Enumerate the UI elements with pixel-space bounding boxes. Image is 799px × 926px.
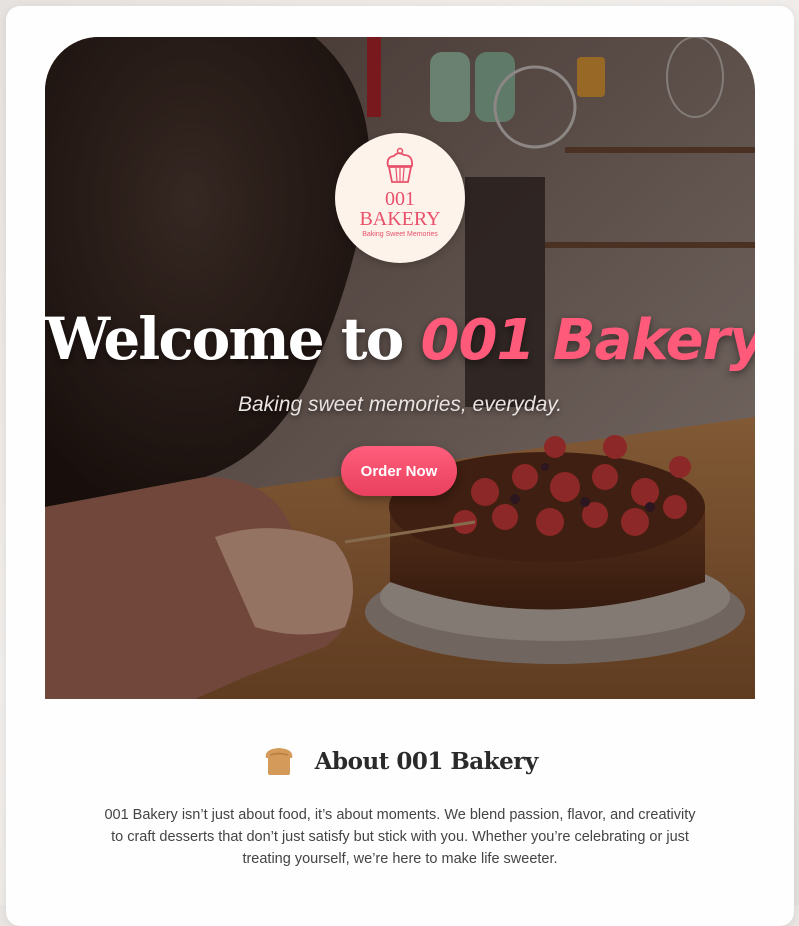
hero-title-accent: 001 Bakery (420, 308, 755, 373)
about-description: 001 Bakery isn’t just about food, it’s a… (100, 804, 700, 870)
logo-tagline: Baking Sweet Memories (335, 231, 465, 238)
hero-title-plain: Welcome to (45, 305, 420, 373)
order-now-button[interactable]: Order Now (341, 446, 457, 496)
logo-wordmark: BAKERY (335, 209, 465, 229)
about-heading: About 001 Bakery (6, 746, 794, 776)
hero-subtitle: Baking sweet memories, everyday. (45, 393, 755, 417)
logo-number: 001 (335, 189, 465, 209)
brand-logo[interactable]: 001 BAKERY Baking Sweet Memories (335, 133, 465, 263)
bread-icon (262, 746, 296, 776)
hero-title: Welcome to 001 Bakery (45, 305, 755, 373)
hero-section: 001 BAKERY Baking Sweet Memories Welcome… (45, 37, 755, 699)
about-title: About 001 Bakery (315, 748, 538, 775)
landing-card: 001 BAKERY Baking Sweet Memories Welcome… (6, 6, 794, 926)
cupcake-icon (384, 147, 416, 185)
